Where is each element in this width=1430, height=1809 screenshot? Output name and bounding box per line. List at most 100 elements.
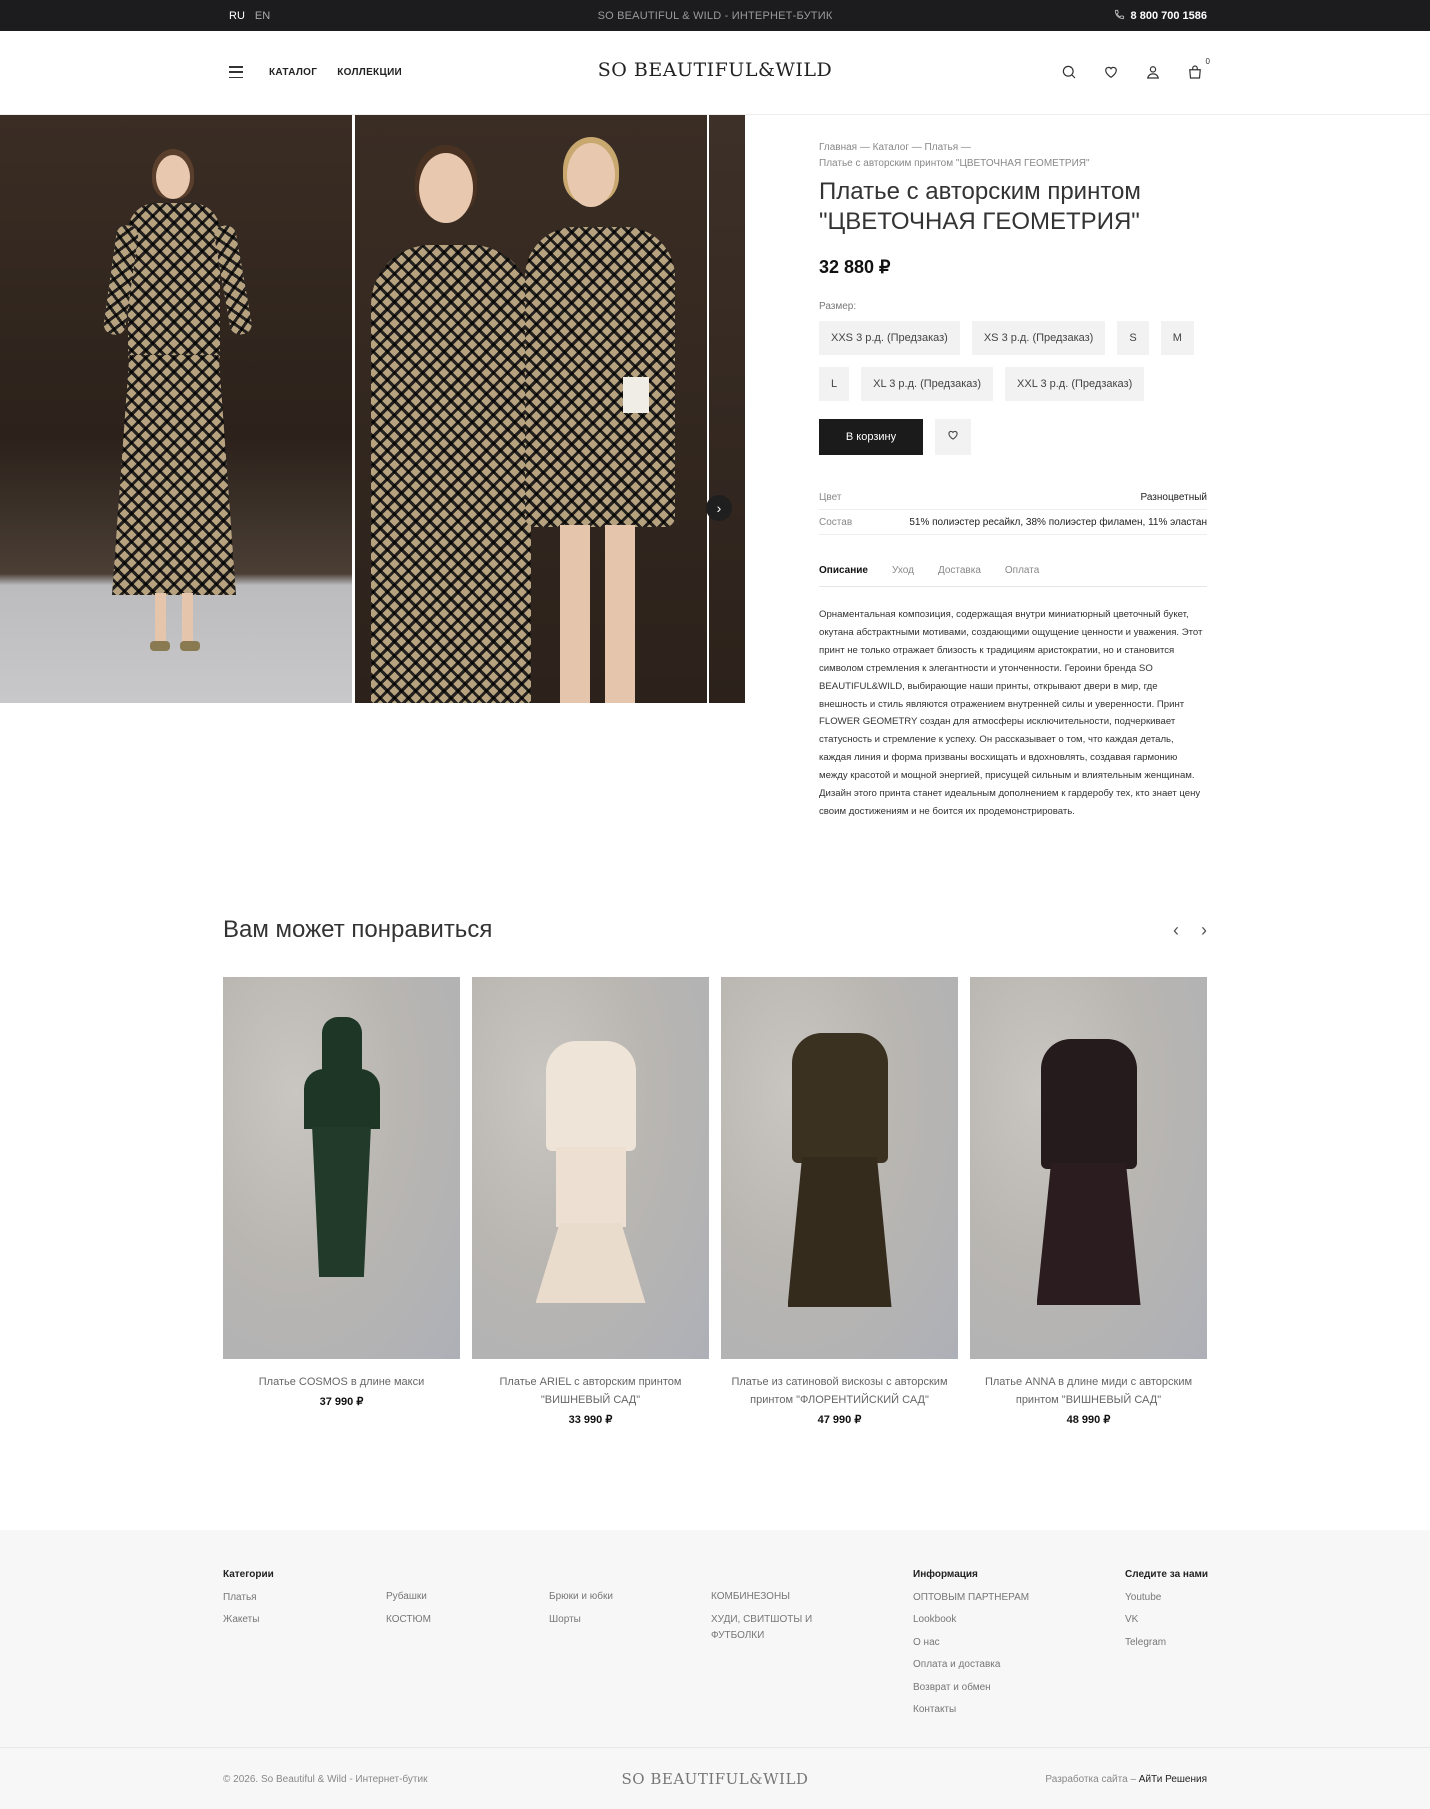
recommendations-nav: ‹ › [1173, 920, 1207, 941]
product-card-image[interactable] [721, 977, 958, 1359]
product-actions: В корзину [819, 419, 971, 455]
footer-social-title: Следите за нами [1125, 1569, 1209, 1580]
footer-developer-link[interactable]: АйТи Решения [1139, 1774, 1207, 1785]
footer-link-about[interactable]: О нас [913, 1632, 1029, 1655]
footer-social: Следите за нами Youtube VK Telegram [1125, 1564, 1208, 1654]
account-user-icon[interactable] [1144, 63, 1162, 81]
product-card-image[interactable] [223, 977, 460, 1359]
size-option-xl[interactable]: XL 3 р.д. (Предзаказ) [861, 367, 994, 401]
breadcrumb-current: Платье с авторским принтом "ЦВЕТОЧНАЯ ГЕ… [819, 158, 1090, 169]
size-label: Размер: [819, 301, 857, 312]
site-footer: Категории Платья Жакеты Рубашки КОСТЮМ Б… [0, 1530, 1430, 1809]
attribute-key: Состав [819, 516, 853, 528]
footer-link-youtube[interactable]: Youtube [1125, 1587, 1208, 1610]
chevron-right-icon[interactable]: › [1201, 920, 1207, 941]
footer-link-contacts[interactable]: Контакты [913, 1699, 1029, 1722]
footer-categories-title: Категории [223, 1569, 274, 1580]
cart-count-badge: 0 [1205, 57, 1210, 66]
product-card-image[interactable] [472, 977, 709, 1359]
attribute-composition: Состав 51% полиэстер ресайкл, 38% полиэс… [819, 510, 1207, 535]
tab-payment[interactable]: Оплата [1005, 565, 1039, 576]
phone-icon [1114, 9, 1125, 23]
footer-link-suit[interactable]: КОСТЮМ [386, 1609, 431, 1632]
size-selector: XXS 3 р.д. (Предзаказ) XS 3 р.д. (Предза… [819, 321, 1207, 401]
size-option-s[interactable]: S [1117, 321, 1149, 355]
footer-link-wholesale[interactable]: ОПТОВЫМ ПАРТНЕРАМ [913, 1587, 1029, 1610]
product-gallery[interactable]: › [0, 115, 745, 703]
product-card-price: 47 990 ₽ [817, 1414, 862, 1426]
footer-logo[interactable]: SO BEAUTIFUL&WILD [0, 1770, 1430, 1788]
tab-description[interactable]: Описание [819, 565, 868, 576]
footer-categories-col2: Рубашки КОСТЮМ [386, 1586, 431, 1631]
attribute-key: Цвет [819, 491, 842, 503]
footer-link-returns[interactable]: Возврат и обмен [913, 1677, 1029, 1700]
product-card-name: Платье ARIEL с авторским принтом "ВИШНЕВ… [499, 1376, 682, 1406]
footer-link-jumpsuits[interactable]: КОМБИНЕЗОНЫ [711, 1589, 831, 1605]
footer-info-title: Информация [913, 1569, 978, 1580]
recommendations-list: Платье COSMOS в длине макси 37 990 ₽ Пла… [223, 977, 1207, 1426]
size-option-m[interactable]: M [1160, 321, 1194, 355]
tab-delivery[interactable]: Доставка [938, 565, 981, 576]
footer-categories: Категории Платья Жакеты [223, 1564, 274, 1632]
footer-developer: Разработка сайта – АйТи Решения [1045, 1774, 1207, 1785]
footer-link-jackets[interactable]: Жакеты [223, 1609, 274, 1632]
store-tagline: SO BEAUTIFUL & WILD - ИНТЕРНЕТ-БУТИК [597, 10, 833, 22]
site-logo: SO BEAUTIFUL&WILD [0, 59, 1430, 81]
footer-link-payment-delivery[interactable]: Оплата и доставка [913, 1654, 1029, 1677]
phone-number: 8 800 700 1586 [1130, 10, 1207, 22]
footer-categories-col4: КОМБИНЕЗОНЫ ХУДИ, СВИТШОТЫ И ФУТБОЛКИ [711, 1586, 831, 1644]
footer-categories-col3: Брюки и юбки Шорты [549, 1586, 613, 1631]
attribute-value: Разноцветный [1140, 491, 1208, 503]
add-to-cart-button[interactable]: В корзину [819, 419, 923, 455]
product-card-name: Платье ANNA в длине миди с авторским при… [984, 1376, 1193, 1406]
size-option-l[interactable]: L [819, 367, 850, 401]
attribute-color: Цвет Разноцветный [819, 485, 1207, 510]
footer-link-trousers-skirts[interactable]: Брюки и юбки [549, 1586, 613, 1609]
product-card-price: 33 990 ₽ [568, 1414, 613, 1426]
cart-bag-icon[interactable]: 0 [1186, 57, 1210, 81]
breadcrumb-catalog[interactable]: Каталог [873, 142, 909, 153]
product-description: Орнаментальная композиция, содержащая вн… [819, 609, 1203, 817]
search-icon[interactable] [1060, 63, 1078, 81]
footer-link-vk[interactable]: VK [1125, 1609, 1208, 1632]
product-card-image[interactable] [970, 977, 1207, 1359]
header-icons: 0 [1060, 57, 1210, 81]
top-bar: RU EN SO BEAUTIFUL & WILD - ИНТЕРНЕТ-БУТ… [0, 0, 1430, 31]
wishlist-heart-icon[interactable] [1102, 63, 1120, 81]
chevron-left-icon[interactable]: ‹ [1173, 920, 1179, 941]
footer-divider [0, 1747, 1430, 1748]
product-title: Платье с авторским принтом "ЦВЕТОЧНАЯ ГЕ… [819, 178, 1141, 235]
product-card-price: 37 990 ₽ [319, 1396, 364, 1408]
product-photo-2[interactable] [355, 115, 707, 703]
product-card[interactable]: Платье ANNA в длине миди с авторским при… [970, 977, 1207, 1426]
product-photo-1[interactable] [0, 115, 352, 703]
product-card[interactable]: Платье ARIEL с авторским принтом "ВИШНЕВ… [472, 977, 709, 1426]
recommendations-title: Вам может понравиться [223, 916, 493, 943]
footer-developer-label: Разработка сайта – [1045, 1774, 1137, 1785]
product-photo-3-partial[interactable] [709, 115, 745, 703]
tab-care[interactable]: Уход [892, 565, 914, 576]
heart-icon [946, 428, 960, 447]
product-card-name: Платье из сатиновой вискозы с авторским … [731, 1376, 948, 1406]
add-to-wishlist-button[interactable] [935, 419, 971, 455]
gallery-next-chevron-icon[interactable]: › [706, 495, 732, 521]
breadcrumb-dresses[interactable]: Платья [925, 142, 959, 153]
footer-link-telegram[interactable]: Telegram [1125, 1632, 1208, 1655]
footer-link-shorts[interactable]: Шорты [549, 1609, 613, 1632]
product-price: 32 880 ₽ [819, 257, 891, 277]
size-option-xxs[interactable]: XXS 3 р.д. (Предзаказ) [819, 321, 960, 355]
size-option-xxl[interactable]: XXL 3 р.д. (Предзаказ) [1005, 367, 1145, 401]
footer-link-lookbook[interactable]: Lookbook [913, 1609, 1029, 1632]
attribute-value: 51% полиэстер ресайкл, 38% полиэстер фил… [909, 516, 1207, 528]
breadcrumb-home[interactable]: Главная [819, 142, 857, 153]
footer-link-shirts[interactable]: Рубашки [386, 1586, 431, 1609]
product-card-name: Платье COSMOS в длине макси [258, 1376, 425, 1388]
product-card[interactable]: Платье из сатиновой вискозы с авторским … [721, 977, 958, 1426]
footer-link-dresses[interactable]: Платья [223, 1587, 274, 1610]
size-option-xs[interactable]: XS 3 р.д. (Предзаказ) [971, 321, 1106, 355]
phone-link[interactable]: 8 800 700 1586 [1114, 9, 1207, 23]
product-card-price: 48 990 ₽ [1066, 1414, 1111, 1426]
footer-link-hoodies[interactable]: ХУДИ, СВИТШОТЫ И ФУТБОЛКИ [711, 1612, 831, 1644]
logo-link[interactable]: SO BEAUTIFUL&WILD [598, 59, 833, 81]
product-card[interactable]: Платье COSMOS в длине макси 37 990 ₽ [223, 977, 460, 1426]
